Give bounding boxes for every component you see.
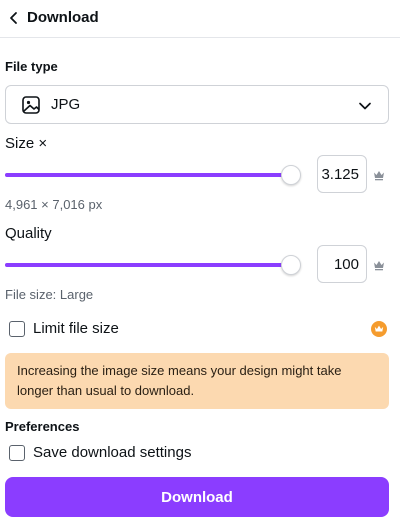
size-label: Size × xyxy=(5,135,48,152)
size-slider-fill xyxy=(5,173,291,177)
download-button[interactable]: Download xyxy=(5,477,389,517)
size-slider-thumb[interactable] xyxy=(281,165,301,185)
size-slider[interactable] xyxy=(5,165,301,185)
quality-label: Quality xyxy=(5,225,52,242)
file-type-label: File type xyxy=(5,59,58,74)
file-type-value: JPG xyxy=(51,96,81,113)
preferences-label: Preferences xyxy=(5,419,80,434)
file-type-select[interactable]: JPG xyxy=(5,85,389,124)
back-button[interactable] xyxy=(4,8,24,28)
limit-file-size-checkbox[interactable] xyxy=(9,321,25,337)
quality-input[interactable] xyxy=(317,245,367,283)
size-warning-message: Increasing the image size means your des… xyxy=(5,353,389,409)
crown-icon xyxy=(374,261,384,271)
panel-title: Download xyxy=(27,9,99,26)
save-download-settings-checkbox[interactable] xyxy=(9,445,25,461)
crown-icon xyxy=(374,171,384,181)
pro-crown-icon xyxy=(374,325,384,332)
file-size-text: File size: Large xyxy=(5,287,94,302)
pro-badge xyxy=(371,321,387,337)
limit-file-size-label[interactable]: Limit file size xyxy=(33,320,119,338)
image-icon xyxy=(22,96,40,114)
quality-slider-fill xyxy=(5,263,291,267)
quality-slider[interactable] xyxy=(5,255,301,275)
quality-slider-thumb[interactable] xyxy=(281,255,301,275)
chevron-left-icon xyxy=(10,12,17,24)
size-dimensions: 4,961 × 7,016 px xyxy=(5,197,103,212)
panel-header: Download xyxy=(0,0,400,38)
save-download-settings-label[interactable]: Save download settings xyxy=(33,444,191,462)
size-input[interactable] xyxy=(317,155,367,193)
chevron-down-icon xyxy=(359,102,371,110)
